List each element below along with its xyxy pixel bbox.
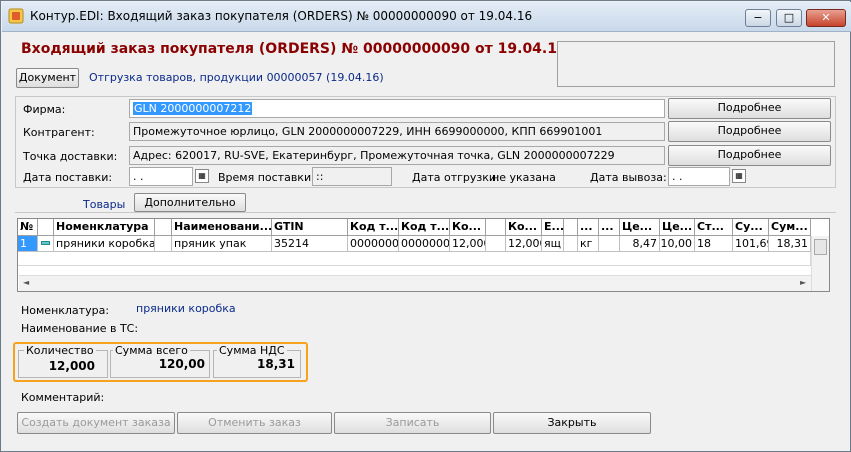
delivery-point-field[interactable]: Адрес: 620017, RU-SVE, Екатеринбург, Про… (129, 146, 665, 165)
col-header-vat-sum[interactable]: Сум... (769, 219, 811, 236)
blank2-cell[interactable] (486, 236, 506, 252)
unit2-cell[interactable]: кг (578, 236, 599, 252)
cancel-order-button[interactable]: Отменить заказ (177, 412, 332, 434)
col-header-icon[interactable] (38, 219, 54, 236)
scroll-right-icon[interactable]: ► (800, 278, 806, 287)
vertical-scrollbar[interactable] (811, 236, 829, 291)
firm-field[interactable]: GLN 2000000007212 (129, 99, 665, 118)
col-header-price1[interactable]: Це... (620, 219, 660, 236)
row-icon-cell[interactable] (38, 236, 54, 252)
col-header-gtin[interactable]: GTIN (272, 219, 348, 236)
minimize-button[interactable]: − (745, 9, 771, 27)
calendar-icon[interactable]: ▦ (732, 169, 746, 183)
price2-cell[interactable]: 10,00 (660, 236, 695, 252)
unit-cell[interactable]: ящ (542, 236, 564, 252)
calendar-icon[interactable]: ▦ (195, 169, 209, 183)
col-header-nomenclature[interactable]: Номенклатура (54, 219, 155, 236)
col-header-code2[interactable]: Код т... (399, 219, 450, 236)
tabs-divider (15, 212, 836, 213)
delivery-point-label: Точка доставки: (23, 150, 118, 163)
col-header-blank3[interactable] (564, 219, 578, 236)
sum-total-value: 120,00 (158, 357, 205, 371)
qty1-cell[interactable]: 12,000 (450, 236, 486, 252)
col-header-qty1[interactable]: Ко... (450, 219, 486, 236)
tab-goods[interactable]: Товары (83, 198, 125, 211)
app-icon (8, 8, 24, 24)
delivery-date-input[interactable]: . . (129, 167, 193, 186)
col-header-unit[interactable]: Е... (542, 219, 564, 236)
quantity-label: Количество (24, 344, 96, 357)
item-icon (41, 241, 50, 245)
save-button[interactable]: Записать (334, 412, 491, 434)
page-title: Входящий заказ покупателя (ORDERS) № 000… (21, 41, 567, 57)
vat-value: 18,31 (257, 357, 295, 371)
code2-cell[interactable]: 0000000( (399, 236, 450, 252)
comment-label: Комментарий: (21, 391, 105, 404)
delivery-time-label: Время поставки: (218, 171, 315, 184)
firm-label: Фирма: (23, 103, 66, 116)
sum-total-label: Сумма всего (113, 344, 190, 357)
row-num-cell[interactable]: 1 (18, 236, 38, 252)
misc-cell[interactable] (599, 236, 620, 252)
create-order-document-button[interactable]: Создать документ заказа (17, 412, 175, 434)
col-header-num[interactable]: № (18, 219, 38, 236)
document-button[interactable]: Документ (16, 68, 79, 88)
delivery-point-details-button[interactable]: Подробнее (668, 145, 831, 166)
price1-cell[interactable]: 8,47 (620, 236, 660, 252)
contractor-details-button[interactable]: Подробнее (668, 121, 831, 142)
close-window-button[interactable]: ✕ (806, 9, 846, 27)
contractor-field[interactable]: Промежуточное юрлицо, GLN 2000000007229,… (129, 122, 665, 141)
col-header-misc[interactable]: ... (599, 219, 620, 236)
export-date-input[interactable]: . . (668, 167, 730, 186)
document-link[interactable]: Отгрузка товаров, продукции 00000057 (19… (89, 71, 384, 84)
horizontal-scrollbar[interactable]: ◄ ► (19, 275, 811, 291)
nomenclature-value[interactable]: пряники коробка (136, 302, 236, 315)
nomenclature-label: Номенклатура: (21, 304, 110, 317)
sum-cell[interactable]: 101,69 (733, 236, 769, 252)
shipment-date-label: Дата отгрузки: (412, 171, 500, 184)
col-header-name[interactable]: Наименовани... (172, 219, 272, 236)
delivery-date-label: Дата поставки: (23, 171, 113, 184)
maximize-button[interactable]: □ (776, 9, 802, 27)
col-header-price2[interactable]: Це... (660, 219, 695, 236)
scroll-thumb[interactable] (814, 239, 827, 255)
shipment-date-value: не указана (492, 171, 556, 184)
code1-cell[interactable]: 0000000( (348, 236, 399, 252)
vat-label: Сумма НДС (217, 344, 287, 357)
col-header-sum[interactable]: Су... (733, 219, 769, 236)
goods-table: № Номенклатура Наименовани... GTIN Код т… (17, 218, 830, 292)
col-header-unit2[interactable]: ... (578, 219, 599, 236)
quantity-value: 12,000 (48, 359, 95, 373)
delivery-time-input[interactable]: :: (312, 167, 392, 186)
col-header-rate[interactable]: Ст... (695, 219, 733, 236)
close-button[interactable]: Закрыть (493, 412, 651, 434)
col-header-code1[interactable]: Код т... (348, 219, 399, 236)
window-title: Контур.EDI: Входящий заказ покупателя (O… (30, 9, 533, 23)
firm-value: GLN 2000000007212 (133, 102, 253, 115)
qty2-cell[interactable]: 12,000 (506, 236, 542, 252)
tab-additional[interactable]: Дополнительно (134, 193, 246, 212)
main-window: Контур.EDI: Входящий заказ покупателя (O… (0, 0, 851, 452)
empty-row (18, 252, 811, 266)
gtin-cell[interactable]: 35214 (272, 236, 348, 252)
col-header-blank[interactable] (155, 219, 172, 236)
rate-cell[interactable]: 18 (695, 236, 733, 252)
name-cell[interactable]: пряник упак (172, 236, 272, 252)
vat-sum-cell[interactable]: 18,31 (769, 236, 811, 252)
blank3-cell[interactable] (564, 236, 578, 252)
info-box (557, 41, 835, 87)
col-header-qty2[interactable]: Ко... (506, 219, 542, 236)
col-header-blank2[interactable] (486, 219, 506, 236)
contractor-label: Контрагент: (23, 126, 95, 139)
blank-cell[interactable] (155, 236, 172, 252)
scroll-left-icon[interactable]: ◄ (23, 278, 29, 287)
nomenclature-cell[interactable]: пряники коробка (54, 236, 155, 252)
firm-details-button[interactable]: Подробнее (668, 98, 831, 119)
ts-name-label: Наименование в ТС: (21, 322, 139, 335)
export-date-label: Дата вывоза: (590, 171, 667, 184)
